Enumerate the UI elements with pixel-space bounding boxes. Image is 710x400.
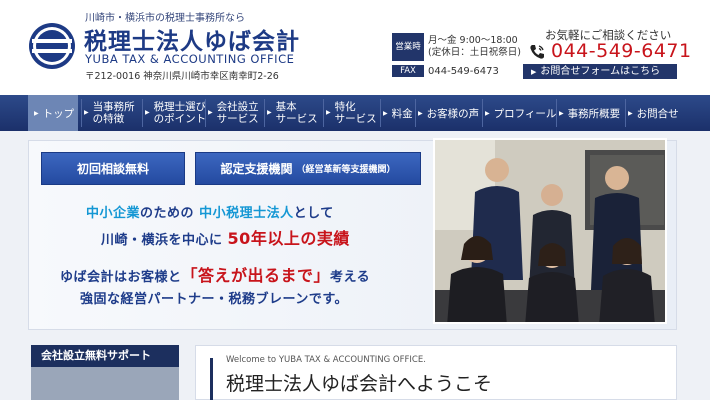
nav-testimonials[interactable]: ▶ お客様の声 (418, 95, 490, 131)
fax-number: 044-549-6473 (428, 66, 499, 77)
nav-contact[interactable]: ▶ お問合せ (628, 95, 679, 131)
nav-divider (323, 99, 324, 127)
hours-line-1: 月〜金 9:00〜18:00 (428, 35, 518, 46)
arrow-icon: ▶ (418, 109, 423, 117)
nav-special-services[interactable]: ▶ 特化 サービス (326, 95, 378, 131)
nav-label: 特化 サービス (334, 101, 377, 125)
hero-line-3: ゆば会計はお客様と「答えが出るまで」考える (60, 266, 371, 285)
nav-label: お客様の声 (426, 107, 480, 120)
nav-incorporation[interactable]: ▶ 会社設立 サービス (208, 95, 262, 131)
nav-label: 当事務所 の特徴 (92, 101, 135, 125)
phone-icon (530, 45, 544, 59)
nav-top[interactable]: ▶ トップ (28, 95, 78, 131)
nav-label: トップ (42, 107, 75, 120)
nav-fees[interactable]: ▶ 料金 (383, 95, 423, 131)
nav-how-to-choose[interactable]: ▶ 税理士選び のポイント (145, 95, 206, 131)
nav-label: 税理士選び のポイント (153, 101, 207, 125)
phone-number[interactable]: 044-549-6471 (551, 40, 692, 62)
certified-support-label: 認定支援機関 (220, 162, 293, 176)
fax-badge: FAX (392, 65, 424, 77)
nav-features[interactable]: ▶ 当事務所 の特徴 (84, 95, 140, 131)
office-name-en: YUBA TAX & ACCOUNTING OFFICE (85, 52, 295, 66)
nav-divider (556, 99, 557, 127)
main-nav: ▶ トップ ▶ 当事務所 の特徴 ▶ 税理士選び のポイント ▶ 会社設立 サービス ▶… (0, 95, 710, 131)
site-header: 川崎市・横浜市の税理士事務所なら 税理士法人ゆば会計 YUBA TAX & AC… (0, 0, 710, 95)
arrow-icon: ▶ (485, 109, 490, 117)
hours-badge: 営業時間 (392, 33, 424, 80)
staff-photo (433, 138, 667, 324)
nav-label: お問合せ (636, 107, 679, 120)
nav-label: 料金 (391, 107, 413, 120)
welcome-title: 税理士法人ゆば会計へようこそ (226, 373, 493, 395)
nav-label: プロフィール (493, 107, 557, 120)
certified-support-button[interactable]: 認定支援機関 （経営革新等支援機関） (195, 152, 421, 185)
arrow-icon: ▶ (383, 109, 388, 117)
nav-divider (81, 99, 82, 127)
arrow-icon: ▶ (267, 109, 272, 116)
business-hours: 月〜金 9:00〜18:00 (定休日：土日祝祭日) (428, 35, 521, 59)
arrow-icon: ▶ (628, 109, 633, 117)
nav-label: 事務所概要 (567, 107, 621, 120)
nav-divider (142, 99, 143, 127)
free-consultation-label: 初回相談無料 (76, 162, 149, 176)
nav-office-overview[interactable]: ▶ 事務所概要 (559, 95, 623, 131)
nav-profile[interactable]: ▶ プロフィール (485, 95, 559, 131)
certified-support-sub: （経営革新等支援機関） (296, 165, 396, 175)
nav-divider (205, 99, 206, 127)
free-consultation-button[interactable]: 初回相談無料 (41, 152, 185, 185)
nav-basic-services[interactable]: ▶ 基本 サービス (267, 95, 321, 131)
hero-line-2: 川崎・横浜を中心に 50年以上の実績 (101, 229, 350, 248)
nav-label: 基本 サービス (275, 101, 318, 125)
nav-divider (625, 99, 626, 127)
hero-line-4: 強固な経営パートナー・税務ブレーンです。 (80, 292, 349, 307)
address: 〒212-0016 神奈川県川崎市幸区南幸町2-26 (85, 71, 279, 82)
contact-form-button[interactable]: ▶ お問合せフォームはこちら (523, 64, 677, 79)
arrow-icon: ▶ (559, 109, 564, 117)
arrow-icon: ▶ (34, 109, 39, 117)
office-name[interactable]: 税理士法人ゆば会計 (84, 22, 300, 56)
nav-divider (415, 99, 416, 127)
nav-divider (264, 99, 265, 127)
nav-label: 会社設立 サービス (216, 101, 259, 125)
logo-icon[interactable] (28, 22, 76, 70)
nav-divider (380, 99, 381, 127)
arrow-icon: ▶ (208, 109, 213, 116)
arrow-icon: ▶ (326, 109, 331, 116)
staff-photo-illustration (435, 140, 665, 322)
contact-form-label: お問合せフォームはこちら (540, 66, 661, 77)
arrow-icon: ▶ (84, 109, 89, 116)
sidebar-title[interactable]: 会社設立無料サポート (31, 345, 179, 367)
welcome-accent-bar (210, 358, 213, 400)
arrow-icon: ▶ (145, 109, 150, 116)
nav-divider (482, 99, 483, 127)
hero-line-1: 中小企業のための 中小税理士法人として (86, 206, 334, 221)
welcome-subtitle-en: Welcome to YUBA TAX & ACCOUNTING OFFICE. (226, 355, 426, 365)
arrow-icon: ▶ (531, 68, 537, 76)
hours-line-2: (定休日：土日祝祭日) (428, 47, 521, 58)
